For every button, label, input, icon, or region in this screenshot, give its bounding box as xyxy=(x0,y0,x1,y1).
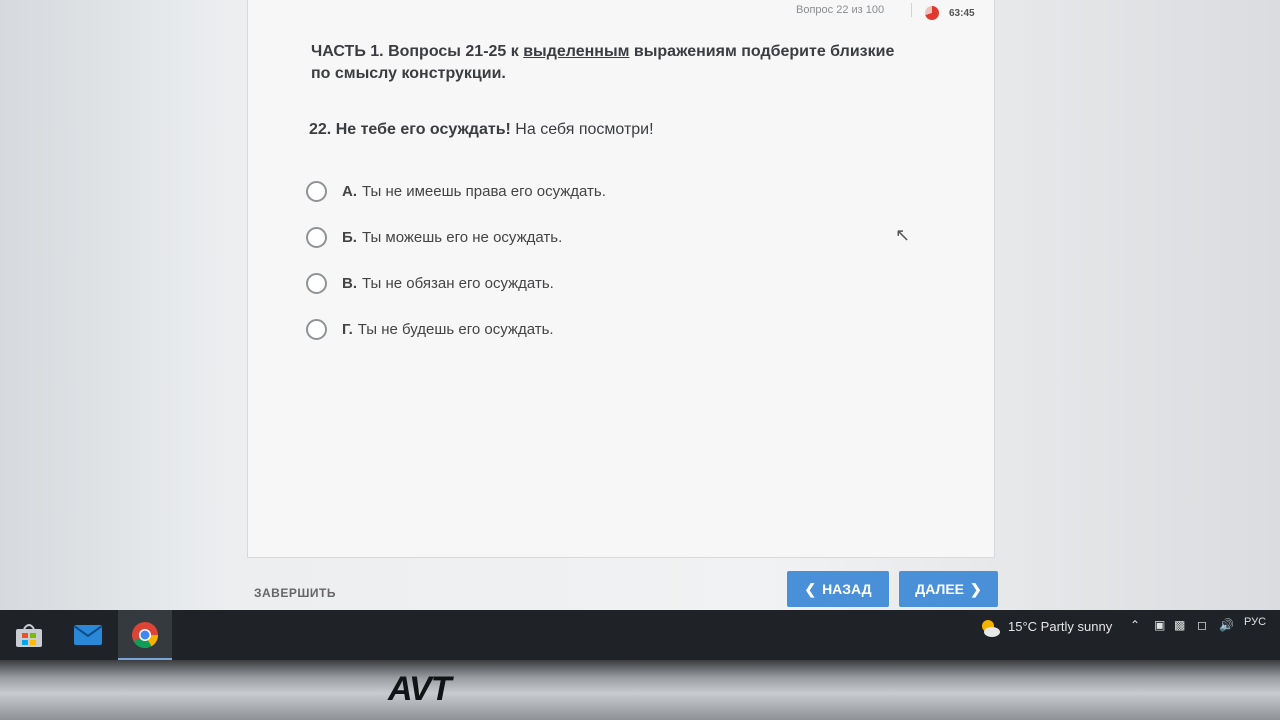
option-letter: Б. xyxy=(342,228,357,246)
network-icon[interactable]: ◻ xyxy=(1197,618,1207,632)
option-text: Ты можешь его не осуждать. xyxy=(361,228,563,246)
radio-button-a[interactable] xyxy=(306,180,327,202)
radio-button-d[interactable] xyxy=(306,318,327,340)
option-text: Ты не обязан его осуждать. xyxy=(362,274,554,292)
option-text: Ты не будешь его осуждать. xyxy=(357,320,554,338)
temperature: 15°C xyxy=(1008,619,1038,634)
partly-sunny-icon xyxy=(982,620,1000,637)
option-letter: А. xyxy=(342,182,357,200)
radio-button-c[interactable] xyxy=(306,272,327,294)
meet-icon[interactable]: ▣ xyxy=(1154,618,1165,632)
volume-icon[interactable]: 🔊 xyxy=(1219,618,1234,632)
option-letter: Г. xyxy=(342,320,353,338)
divider xyxy=(911,3,912,17)
monitor-bezel xyxy=(0,660,1280,720)
monitor-logo: AVT xyxy=(388,670,451,708)
answer-option-c[interactable]: В. Ты не обязан его осуждать. xyxy=(306,269,554,297)
chevron-left-icon: ❮ xyxy=(804,580,817,597)
next-label: ДАЛЕЕ xyxy=(915,581,965,597)
answer-option-a[interactable]: А. Ты не имеешь права его осуждать. xyxy=(306,177,606,205)
finish-button[interactable]: ЗАВЕРШИТЬ xyxy=(254,586,336,600)
instruction-before: ЧАСТЬ 1. Вопросы 21-25 к xyxy=(311,43,524,60)
chevron-up-icon[interactable]: ⌃ xyxy=(1130,618,1140,632)
mail-icon[interactable] xyxy=(70,618,106,652)
timer-icon xyxy=(925,6,939,20)
radio-button-b[interactable] xyxy=(306,226,327,248)
store-icon[interactable] xyxy=(11,618,47,652)
instruction-text: ЧАСТЬ 1. Вопросы 21-25 к выделенным выра… xyxy=(311,41,911,85)
weather-condition: Partly sunny xyxy=(1040,619,1113,634)
timer: 63:45 xyxy=(949,8,975,19)
question-rest: На себя посмотри! xyxy=(510,121,654,138)
taskbar xyxy=(0,610,1280,660)
answer-option-b[interactable]: Б. Ты можешь его не осуждать. xyxy=(306,223,562,251)
option-letter: В. xyxy=(342,274,357,292)
back-button[interactable]: ❮ НАЗАД xyxy=(787,571,889,607)
question-card: Вопрос 22 из 100 63:45 ЧАСТЬ 1. Вопросы … xyxy=(247,0,995,558)
next-button[interactable]: ДАЛЕЕ ❯ xyxy=(899,571,998,607)
question-counter: Вопрос 22 из 100 xyxy=(796,4,885,16)
option-text: Ты не имеешь права его осуждать. xyxy=(362,182,606,200)
chevron-right-icon: ❯ xyxy=(970,580,982,597)
question-text: 22. Не тебе его осуждать! На себя посмот… xyxy=(309,119,654,141)
progress-bar: Вопрос 22 из 100 63:45 xyxy=(248,0,994,27)
question-highlight: 22. Не тебе его осуждать! xyxy=(309,121,511,138)
screen: Вопрос 22 из 100 63:45 ЧАСТЬ 1. Вопросы … xyxy=(0,0,1280,610)
mouse-cursor-icon: ↖ xyxy=(895,225,911,245)
instruction-underlined: выделенным xyxy=(523,43,630,60)
answer-option-d[interactable]: Г. Ты не будешь его осуждать. xyxy=(306,315,554,343)
back-label: НАЗАД xyxy=(822,581,872,597)
language-indicator[interactable]: РУС xyxy=(1244,616,1266,628)
security-icon[interactable]: ▩ xyxy=(1174,618,1185,632)
weather-widget[interactable]: 15°C Partly sunny xyxy=(1008,619,1112,634)
chrome-icon[interactable] xyxy=(127,618,163,652)
